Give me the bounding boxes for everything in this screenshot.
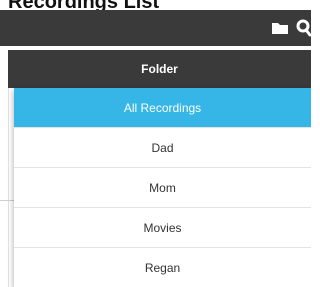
folder-option-label: Mom xyxy=(149,180,176,195)
recordings-screen: Recordings List Folder All Recordings Da… xyxy=(0,0,311,287)
folder-option-dad[interactable]: Dad xyxy=(14,128,311,168)
folder-option-label: Dad xyxy=(151,140,174,155)
background-divider xyxy=(8,88,9,287)
app-bar-actions xyxy=(271,10,311,46)
folder-option-all-recordings[interactable]: All Recordings xyxy=(14,88,311,128)
folder-option-movies[interactable]: Movies xyxy=(14,208,311,248)
folder-option-regan[interactable]: Regan xyxy=(14,248,311,287)
folder-dropdown: All Recordings Dad Mom Movies Regan xyxy=(14,88,311,287)
folder-option-label: Movies xyxy=(143,220,182,235)
folder-label: Folder xyxy=(141,62,178,76)
folder-option-label: All Recordings xyxy=(123,100,202,115)
background-row-line xyxy=(0,200,14,201)
app-bar xyxy=(0,10,311,46)
folder-option-label: Regan xyxy=(144,260,181,275)
folder-icon[interactable] xyxy=(271,20,289,36)
search-icon[interactable] xyxy=(295,19,311,37)
folder-option-mom[interactable]: Mom xyxy=(14,168,311,208)
folder-select-header[interactable]: Folder xyxy=(8,50,311,88)
